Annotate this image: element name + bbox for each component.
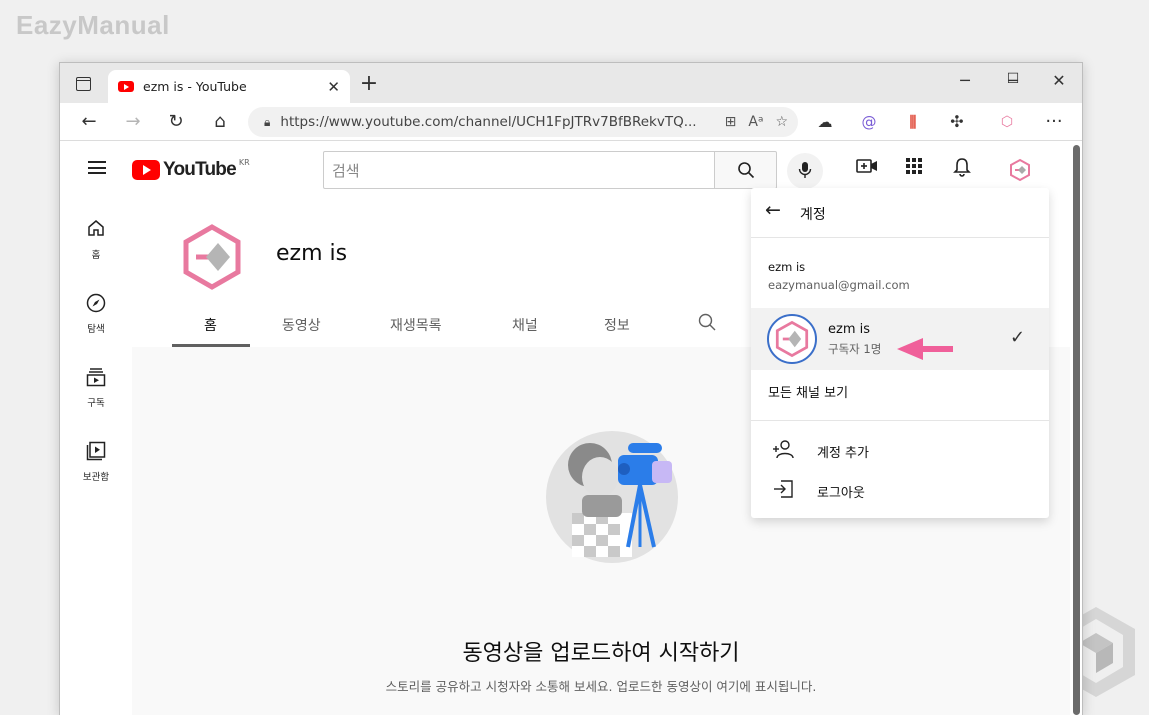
bell-icon — [953, 158, 971, 177]
tab-actions-icon[interactable] — [76, 77, 91, 91]
region-code: KR — [238, 157, 250, 167]
tab-videos[interactable]: 동영상 — [282, 315, 321, 335]
guide-label: 홈 — [91, 250, 101, 261]
more-menu-button[interactable]: ··· — [1041, 110, 1067, 134]
sign-out-icon — [771, 479, 795, 504]
watermark-text: EazyManual — [16, 10, 170, 40]
add-account-item[interactable]: 계정 추가 — [751, 432, 1049, 468]
tab-title: ezm is - YouTube — [143, 79, 247, 94]
app-available-icon[interactable]: ⊞ — [725, 114, 737, 130]
extension-red-icon[interactable]: ⫼ — [900, 110, 926, 134]
minimize-icon[interactable]: ─ — [950, 71, 980, 90]
home-icon — [60, 219, 132, 243]
current-channel-name: ezm is — [828, 322, 871, 337]
tab-channels[interactable]: 채널 — [512, 315, 538, 335]
search-input[interactable]: 검색 — [323, 151, 715, 189]
title-bar: ezm is - YouTube ✕ + ─ ─ ☐ ✕ — [60, 63, 1082, 103]
active-tab-indicator — [172, 344, 250, 347]
youtube-logo-text: YouTube — [163, 159, 237, 180]
empty-state-subtitle: 스토리를 공유하고 시청자와 소통해 보세요. 업로드한 동영상이 여기에 표시… — [385, 679, 817, 694]
apps-grid-icon — [906, 158, 922, 174]
add-account-label: 계정 추가 — [817, 446, 869, 461]
address-bar[interactable]: 🔒︎ https://www.youtube.com/channel/UCH1F… — [248, 107, 798, 137]
account-name: ezm is — [768, 260, 806, 274]
account-menu-title: 계정 — [800, 207, 826, 223]
menu-icon[interactable] — [88, 161, 106, 174]
channel-avatar[interactable] — [172, 217, 252, 297]
forward-button[interactable]: → — [120, 110, 146, 134]
account-email: eazymanual@gmail.com — [768, 278, 910, 292]
extension-at-icon[interactable]: @ — [856, 110, 882, 134]
youtube-page: YouTube KR 검색 홈 탐색 구독 보관함 ezm is 홈 동영상 재… — [60, 141, 1070, 715]
channel-name: ezm is — [276, 241, 348, 266]
tab-playlists[interactable]: 재생목록 — [390, 315, 442, 335]
sign-out-label: 로그아웃 — [817, 486, 865, 501]
guide-label: 탐색 — [87, 324, 105, 335]
tab-about[interactable]: 정보 — [604, 315, 630, 335]
tab-home[interactable]: 홈 — [204, 315, 217, 335]
add-favorite-icon[interactable]: ☆ — [775, 114, 788, 130]
channel-search-button[interactable] — [698, 313, 716, 336]
sign-out-item[interactable]: 로그아웃 — [751, 472, 1049, 508]
create-video-icon — [856, 159, 877, 173]
url-text[interactable]: https://www.youtube.com/channel/UCH1FpJT… — [280, 114, 712, 130]
browser-toolbar: ← → ↻ ⌂ 🔒︎ https://www.youtube.com/chann… — [60, 103, 1082, 141]
create-video-button[interactable] — [853, 157, 881, 181]
view-all-channels-link[interactable]: 모든 채널 보기 — [768, 382, 848, 401]
maximize-button[interactable]: ☐ — [998, 71, 1028, 87]
subscriptions-icon — [60, 367, 132, 391]
guide-item-home[interactable]: 홈 — [60, 219, 132, 261]
guide-label: 구독 — [87, 398, 105, 409]
youtube-favicon-icon — [118, 81, 134, 92]
guide-item-library[interactable]: 보관함 — [60, 441, 132, 483]
guide-sidebar: 홈 탐색 구독 보관함 — [60, 197, 132, 715]
upload-illustration-icon — [546, 431, 678, 563]
reload-button[interactable]: ↻ — [163, 110, 189, 134]
browser-window: ezm is - YouTube ✕ + ─ ─ ☐ ✕ ← → ↻ ⌂ 🔒︎ … — [59, 62, 1083, 715]
microphone-icon — [798, 162, 812, 178]
avatar-button[interactable] — [1006, 157, 1034, 189]
lock-icon: 🔒︎ — [264, 114, 271, 129]
guide-item-subscriptions[interactable]: 구독 — [60, 367, 132, 409]
back-button[interactable]: ← — [76, 110, 102, 134]
read-aloud-icon[interactable]: A͏ᵃ — [748, 114, 763, 130]
guide-label: 보관함 — [82, 472, 110, 483]
tab-close-icon[interactable]: ✕ — [327, 78, 340, 96]
back-arrow-icon[interactable]: ← — [765, 199, 781, 221]
compass-icon — [60, 293, 132, 317]
notifications-button[interactable] — [948, 157, 976, 183]
search-icon — [698, 313, 716, 331]
apps-button[interactable] — [900, 157, 928, 181]
guide-item-explore[interactable]: 탐색 — [60, 293, 132, 335]
search-icon — [737, 162, 754, 179]
pointer-arrow-icon — [897, 338, 953, 360]
extensions-icon[interactable]: ✣ — [944, 110, 970, 134]
home-button[interactable]: ⌂ — [207, 110, 233, 134]
account-menu: ← 계정 ezm is eazymanual@gmail.com ezm is … — [751, 188, 1049, 518]
account-menu-header: ← 계정 — [751, 188, 1049, 238]
new-tab-button[interactable]: + — [356, 73, 382, 95]
avatar — [1008, 158, 1032, 182]
close-window-button[interactable]: ✕ — [1044, 71, 1074, 90]
menu-divider — [751, 420, 1049, 421]
channel-avatar — [767, 314, 817, 364]
subscriber-count: 구독자 1명 — [828, 342, 882, 356]
youtube-logo[interactable]: YouTube KR — [132, 157, 250, 181]
voice-search-button[interactable] — [787, 153, 823, 189]
youtube-play-icon — [132, 160, 160, 180]
add-person-icon — [771, 439, 795, 464]
empty-state-title: 동영상을 업로드하여 시작하기 — [462, 641, 740, 666]
page-scrollbar[interactable] — [1073, 145, 1080, 715]
cloud-icon[interactable]: ☁ — [812, 110, 838, 134]
browser-tab[interactable]: ezm is - YouTube ✕ — [108, 70, 350, 103]
search-button[interactable] — [714, 151, 777, 189]
checkmark-icon: ✓ — [1010, 327, 1026, 348]
library-icon — [60, 441, 132, 465]
profile-icon[interactable]: ⬡ — [994, 110, 1020, 134]
